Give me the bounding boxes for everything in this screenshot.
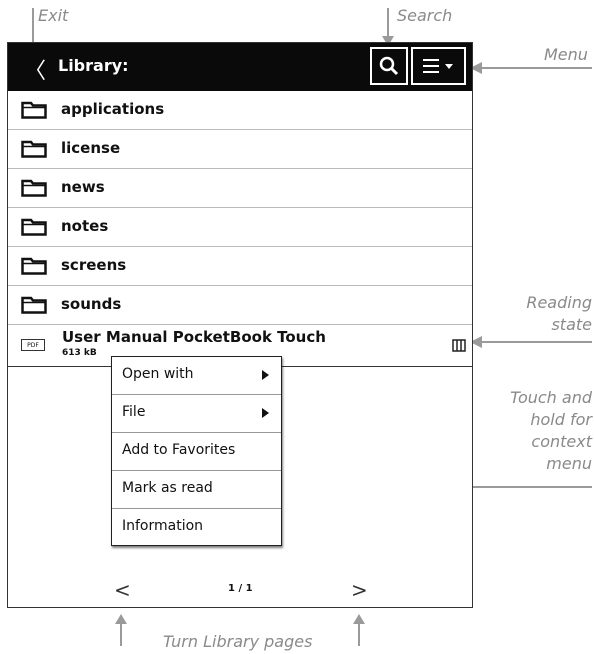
menu-button[interactable] [411, 47, 466, 85]
context-menu-file[interactable]: File [112, 395, 281, 433]
book-title: User Manual PocketBook Touch [62, 328, 326, 346]
folder-label: screens [61, 256, 127, 274]
list-item[interactable]: screens [8, 247, 472, 286]
turn-pages-annotation: Turn Library pages [163, 632, 313, 651]
context-annotation-line: context [531, 432, 592, 451]
page-indicator: 1 / 1 [228, 583, 253, 594]
context-menu-label: Mark as read [122, 480, 213, 496]
context-menu-information[interactable]: Information [112, 509, 281, 547]
folder-label: applications [61, 100, 165, 118]
context-menu: Open with File Add to Favorites Mark as … [111, 356, 282, 546]
folder-icon [21, 296, 47, 314]
pagination: < 1 / 1 > [8, 578, 472, 602]
list-item[interactable]: license [8, 130, 472, 169]
reading-state-annotation: Reading state [500, 292, 592, 336]
folder-label: notes [61, 217, 109, 235]
reading-state-annotation-line: Reading [526, 293, 592, 312]
ereader-screen: 〈 Library: applications license news not… [7, 42, 473, 608]
folder-icon [21, 101, 47, 119]
list-item[interactable]: news [8, 169, 472, 208]
page-title: Library: [58, 56, 129, 75]
reading-state-annotation-line: state [551, 315, 592, 334]
folder-icon [21, 179, 47, 197]
library-header: 〈 Library: [8, 43, 472, 91]
context-menu-add-to-favorites[interactable]: Add to Favorites [112, 433, 281, 471]
submenu-arrow-icon [262, 408, 269, 418]
search-icon [379, 56, 399, 76]
context-menu-label: Open with [122, 366, 194, 382]
context-menu-annotation: Touch and hold for context menu [490, 387, 592, 475]
hamburger-menu-icon [423, 59, 453, 73]
context-annotation-line: menu [546, 454, 592, 473]
context-menu-mark-as-read[interactable]: Mark as read [112, 471, 281, 509]
list-item[interactable]: sounds [8, 286, 472, 325]
folder-icon [21, 257, 47, 275]
folder-label: news [61, 178, 105, 196]
folder-label: license [61, 139, 121, 157]
context-annotation-line: Touch and [510, 388, 592, 407]
previous-page-button[interactable]: < [114, 578, 131, 602]
context-annotation-line: hold for [530, 410, 592, 429]
prev-page-callout-arrowhead [115, 614, 127, 624]
context-menu-label: Information [122, 518, 204, 534]
search-button[interactable] [370, 47, 408, 85]
list-item[interactable]: notes [8, 208, 472, 247]
back-button[interactable]: 〈 [24, 53, 46, 85]
folder-label: sounds [61, 295, 122, 313]
submenu-arrow-icon [262, 370, 269, 380]
menu-annotation: Menu [544, 45, 588, 64]
search-annotation: Search [397, 6, 453, 25]
next-page-callout-arrowhead [353, 614, 365, 624]
book-state-icon [452, 339, 466, 352]
folder-icon [21, 140, 47, 158]
context-menu-open-with[interactable]: Open with [112, 357, 281, 395]
list-item[interactable]: applications [8, 91, 472, 130]
pdf-format-badge: PDF [21, 339, 45, 351]
next-page-button[interactable]: > [351, 578, 368, 602]
context-menu-label: File [122, 404, 146, 420]
folder-icon [21, 218, 47, 236]
context-menu-label: Add to Favorites [122, 442, 236, 458]
exit-annotation: Exit [38, 6, 69, 25]
book-file-size: 613 kB [62, 348, 97, 358]
